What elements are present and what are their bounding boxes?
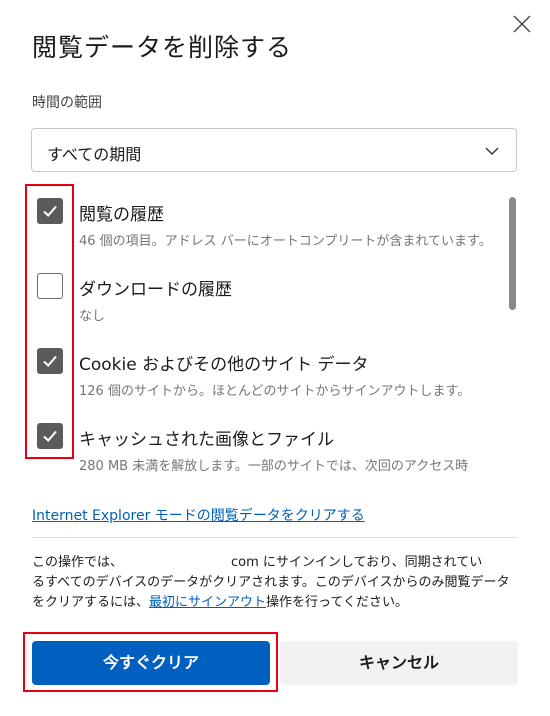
item-description: なし bbox=[79, 309, 106, 324]
info-text: 操作を行ってください。 bbox=[266, 595, 408, 610]
item-description: 126 個のサイトから。ほとんどのサイトからサインアウトします。 bbox=[79, 384, 471, 399]
checkmark-icon bbox=[43, 355, 57, 367]
cancel-button[interactable]: キャンセル bbox=[280, 641, 518, 685]
ie-mode-clear-link[interactable]: Internet Explorer モードの閲覧データをクリアする bbox=[32, 505, 365, 525]
checkbox-cookies[interactable] bbox=[37, 348, 63, 374]
list-item-browsing-history: 閲覧の履歴 46 個の項目。アドレス バーにオートコンプリートが含まれています。 bbox=[0, 186, 500, 256]
info-text: com にサインインしており、同期されてい bbox=[231, 555, 483, 570]
sync-info-text: この操作では、 com にサインインしており、同期されてい るすべてのデバイスのデ… bbox=[32, 553, 522, 613]
divider bbox=[32, 537, 518, 538]
info-line-3: をクリアするには、最初にサインアウト操作を行ってください。 bbox=[32, 593, 522, 613]
info-line-2: るすべてのデバイスのデータがクリアされます。このデバイスからのみ閲覧データ bbox=[32, 575, 510, 590]
close-icon bbox=[513, 15, 531, 33]
item-title: キャッシュされた画像とファイル bbox=[79, 430, 334, 450]
list-item-cookies: Cookie およびその他のサイト データ 126 個のサイトから。ほとんどのサ… bbox=[0, 336, 500, 406]
clear-browsing-data-dialog: 閲覧データを削除する 時間の範囲 すべての期間 閲覧の履歴 46 個の項目。アド… bbox=[0, 0, 550, 716]
info-text: をクリアするには、 bbox=[32, 595, 150, 610]
item-description: 280 MB 未満を解放します。一部のサイトでは、次回のアクセス時 bbox=[79, 459, 469, 474]
list-item-cached-images: キャッシュされた画像とファイル 280 MB 未満を解放します。一部のサイトでは… bbox=[0, 411, 500, 476]
time-range-label: 時間の範囲 bbox=[32, 95, 102, 111]
item-title: ダウンロードの履歴 bbox=[79, 280, 232, 300]
checkmark-icon bbox=[43, 205, 57, 217]
close-button[interactable] bbox=[509, 11, 535, 37]
checkbox-download-history[interactable] bbox=[37, 273, 63, 299]
time-range-value: すべての期間 bbox=[47, 145, 142, 164]
info-line-1: この操作では、 com にサインインしており、同期されてい bbox=[32, 553, 522, 573]
time-range-select[interactable]: すべての期間 bbox=[31, 128, 517, 172]
item-title: 閲覧の履歴 bbox=[79, 205, 164, 225]
data-type-list: 閲覧の履歴 46 個の項目。アドレス バーにオートコンプリートが含まれています。… bbox=[0, 186, 550, 476]
checkmark-icon bbox=[43, 430, 57, 442]
list-scrollbar[interactable] bbox=[509, 197, 516, 310]
info-text: この操作では、 bbox=[32, 555, 124, 570]
clear-now-button[interactable]: 今すぐクリア bbox=[32, 641, 270, 685]
chevron-down-icon bbox=[485, 147, 499, 155]
list-item-download-history: ダウンロードの履歴 なし bbox=[0, 261, 500, 331]
sign-out-first-link[interactable]: 最初にサインアウト bbox=[149, 595, 266, 610]
item-title: Cookie およびその他のサイト データ bbox=[79, 355, 369, 375]
item-description: 46 個の項目。アドレス バーにオートコンプリートが含まれています。 bbox=[79, 234, 492, 249]
dialog-title: 閲覧データを削除する bbox=[32, 33, 293, 62]
checkbox-browsing-history[interactable] bbox=[37, 198, 63, 224]
checkbox-cached-images[interactable] bbox=[37, 423, 63, 449]
